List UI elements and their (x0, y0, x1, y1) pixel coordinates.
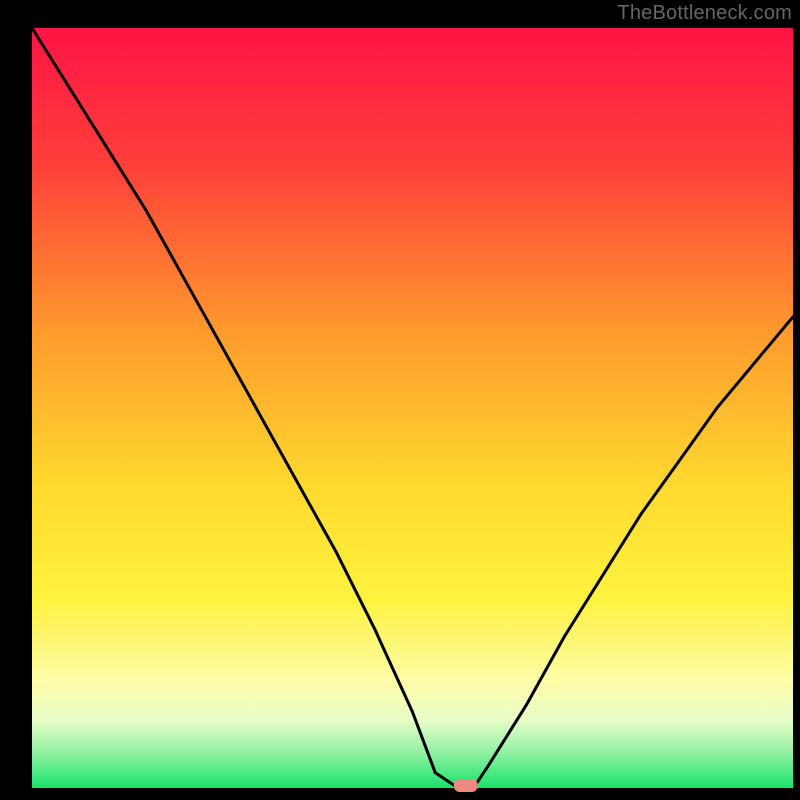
optimum-marker (454, 779, 478, 792)
chart-frame: TheBottleneck.com (0, 0, 800, 800)
bottleneck-chart (0, 0, 800, 800)
watermark-label: TheBottleneck.com (617, 2, 792, 25)
gradient-background (32, 28, 793, 788)
